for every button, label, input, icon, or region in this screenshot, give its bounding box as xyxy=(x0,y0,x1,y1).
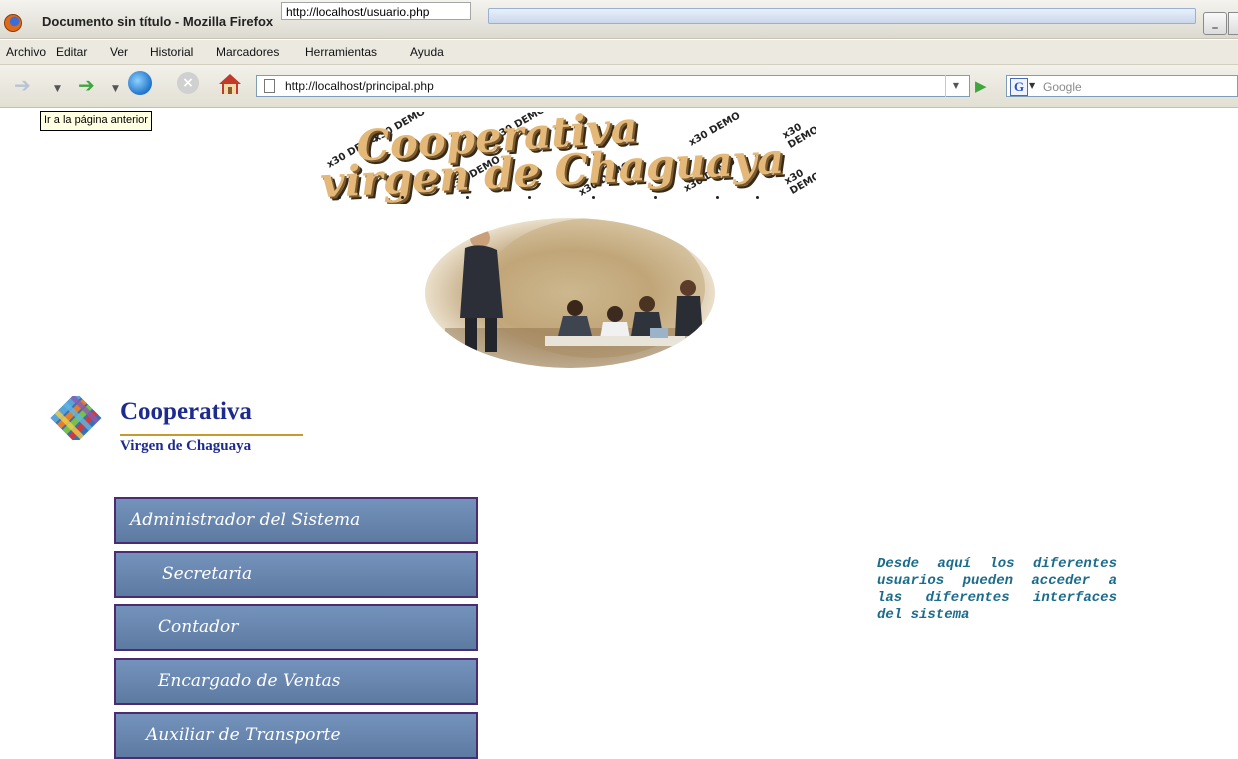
role-button-label: Contador xyxy=(158,617,239,637)
window-title-bar: Documento sin título - Mozilla Firefox h… xyxy=(0,0,1238,39)
forward-arrow-icon[interactable]: ➔ xyxy=(78,73,95,97)
menu-ver[interactable]: Ver xyxy=(110,45,128,59)
role-button-label: Administrador del Sistema xyxy=(130,510,361,530)
role-button-label: Secretaria xyxy=(162,564,253,584)
home-icon[interactable] xyxy=(218,72,242,96)
url-history-chevron-icon[interactable]: ▼ xyxy=(945,75,966,97)
logo-title: Cooperativa xyxy=(120,398,252,425)
business-people-image xyxy=(425,218,715,368)
menu-marcadores[interactable]: Marcadores xyxy=(216,45,279,59)
window-title: Documento sin título - Mozilla Firefox xyxy=(42,14,274,29)
search-placeholder[interactable]: Google xyxy=(1043,80,1082,94)
address-bar[interactable]: http://localhost/principal.php xyxy=(256,75,970,97)
info-description: Desde aquí los diferentes usuarios puede… xyxy=(877,556,1117,623)
cooperative-logo: Cooperativa Virgen de Chaguaya xyxy=(40,392,310,462)
demo-watermark: x30 DEMO xyxy=(780,121,816,151)
role-button-contador[interactable]: Contador xyxy=(114,604,478,651)
menu-ayuda[interactable]: Ayuda xyxy=(410,45,444,59)
link-status-tooltip: http://localhost/usuario.php xyxy=(281,2,471,20)
title-bar-strip xyxy=(488,8,1196,24)
role-button-label: Encargado de Ventas xyxy=(158,671,341,691)
back-button-tooltip: Ir a la página anterior xyxy=(40,111,152,131)
menu-historial[interactable]: Historial xyxy=(150,45,193,59)
cooperative-logo-icon xyxy=(50,396,102,440)
google-search-icon[interactable]: G xyxy=(1010,78,1028,96)
logo-underline xyxy=(120,434,303,436)
demo-watermark: x30 DEMO xyxy=(782,167,816,197)
stop-icon[interactable]: × xyxy=(177,72,199,94)
menu-herramientas[interactable]: Herramientas xyxy=(305,45,377,59)
menu-bar: Archivo Editar Ver Historial Marcadores … xyxy=(0,40,1238,65)
minimize-button[interactable]: _ xyxy=(1203,12,1227,35)
go-icon[interactable]: ▶ xyxy=(975,77,987,95)
back-arrow-icon[interactable]: ➔ xyxy=(14,73,31,97)
search-engine-chevron-icon[interactable]: ▼ xyxy=(1029,81,1035,90)
menu-archivo[interactable]: Archivo xyxy=(6,45,46,59)
role-button-secretaria[interactable]: Secretaria xyxy=(114,551,478,598)
back-history-chevron-icon[interactable]: ▼ xyxy=(54,77,61,101)
forward-history-chevron-icon[interactable]: ▼ xyxy=(112,77,119,101)
maximize-button[interactable] xyxy=(1228,12,1238,35)
search-box[interactable]: G ▼ Google xyxy=(1006,75,1238,97)
url-text[interactable]: http://localhost/principal.php xyxy=(285,79,434,93)
role-button-label: Auxiliar de Transporte xyxy=(146,725,341,745)
logo-subtitle: Virgen de Chaguaya xyxy=(120,438,252,454)
reload-icon[interactable] xyxy=(128,71,152,95)
menu-editar[interactable]: Editar xyxy=(56,45,87,59)
role-button-auxiliar-transporte[interactable]: Auxiliar de Transporte xyxy=(114,712,478,759)
role-button-encargado-ventas[interactable]: Encargado de Ventas xyxy=(114,658,478,705)
business-people-illustration xyxy=(445,218,705,368)
navigation-toolbar: ➔ ▼ ➔ ▼ × http://localhost/principal.php… xyxy=(0,65,1238,108)
page-icon xyxy=(264,79,275,93)
cooperative-banner: x30 DEMO x30 DEMO x30 DEMO x30 DEMO x30 … xyxy=(316,112,816,204)
role-button-administrador[interactable]: Administrador del Sistema xyxy=(114,497,478,544)
firefox-logo-icon xyxy=(4,14,22,32)
